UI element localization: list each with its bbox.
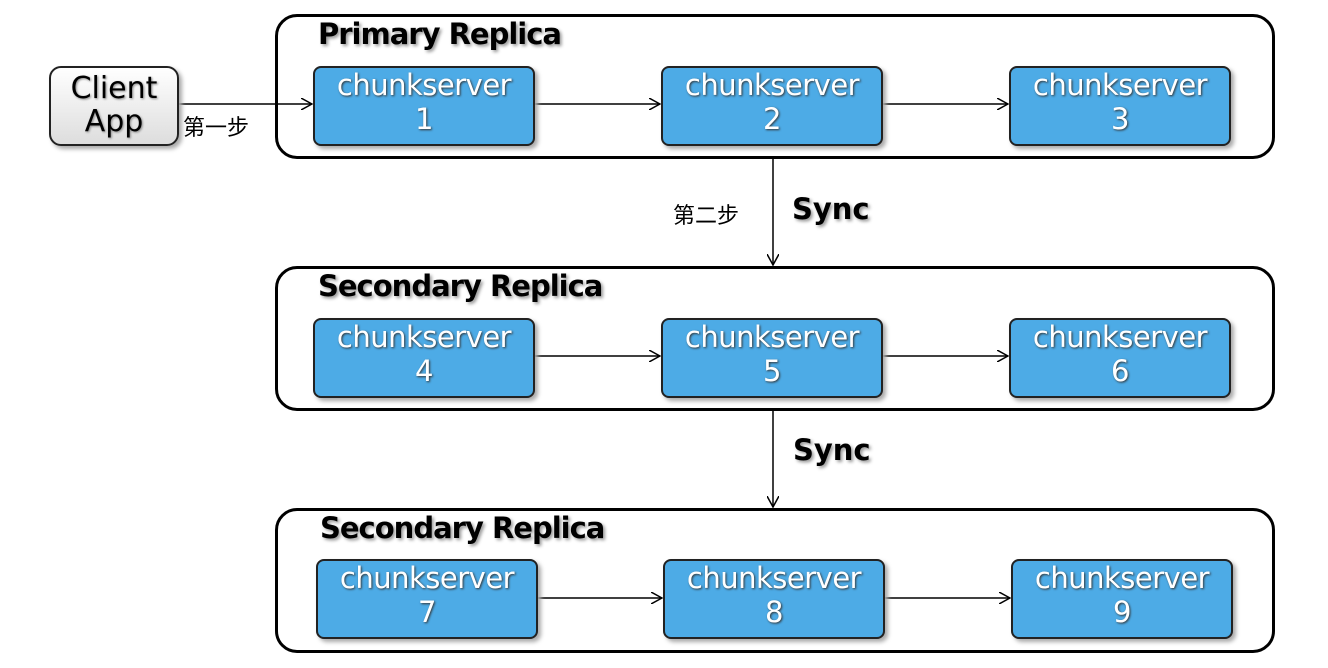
group-title: Secondary Replica: [320, 511, 605, 545]
node-id: 7: [418, 595, 436, 629]
node-id: 8: [765, 595, 783, 629]
sync-label-2: Sync: [793, 433, 871, 467]
client-line2: App: [84, 104, 144, 139]
node-id: 3: [1111, 102, 1129, 136]
group-title: Secondary Replica: [318, 269, 603, 303]
node-id: 6: [1111, 354, 1129, 388]
chunkserver-node: chunkserver 2: [661, 66, 883, 146]
step1-label: 第一步: [183, 116, 250, 141]
chunkserver-node: chunkserver 3: [1009, 66, 1231, 146]
client-line1: Client: [70, 71, 158, 106]
group-title: Primary Replica: [318, 17, 562, 51]
client-app-node: Client App: [49, 66, 179, 146]
node-id: 5: [763, 354, 781, 388]
node-name: chunkserver: [684, 320, 860, 354]
chunkserver-node: chunkserver 4: [313, 318, 535, 398]
chunkserver-node: chunkserver 7: [316, 559, 538, 639]
node-name: chunkserver: [1032, 320, 1208, 354]
node-id: 9: [1113, 595, 1131, 629]
node-id: 1: [415, 102, 433, 136]
sync-label-1: Sync: [792, 192, 870, 226]
step2-label: 第二步: [673, 204, 740, 229]
node-name: chunkserver: [684, 68, 860, 102]
node-name: chunkserver: [336, 68, 512, 102]
node-name: chunkserver: [339, 561, 515, 595]
node-name: chunkserver: [336, 320, 512, 354]
chunkserver-node: chunkserver 5: [661, 318, 883, 398]
node-name: chunkserver: [1034, 561, 1210, 595]
node-name: chunkserver: [686, 561, 862, 595]
node-id: 2: [763, 102, 781, 136]
chunkserver-node: chunkserver 6: [1009, 318, 1231, 398]
node-name: chunkserver: [1032, 68, 1208, 102]
node-id: 4: [415, 354, 433, 388]
chunkserver-node: chunkserver 1: [313, 66, 535, 146]
chunkserver-node: chunkserver 9: [1011, 559, 1233, 639]
chunkserver-node: chunkserver 8: [663, 559, 885, 639]
